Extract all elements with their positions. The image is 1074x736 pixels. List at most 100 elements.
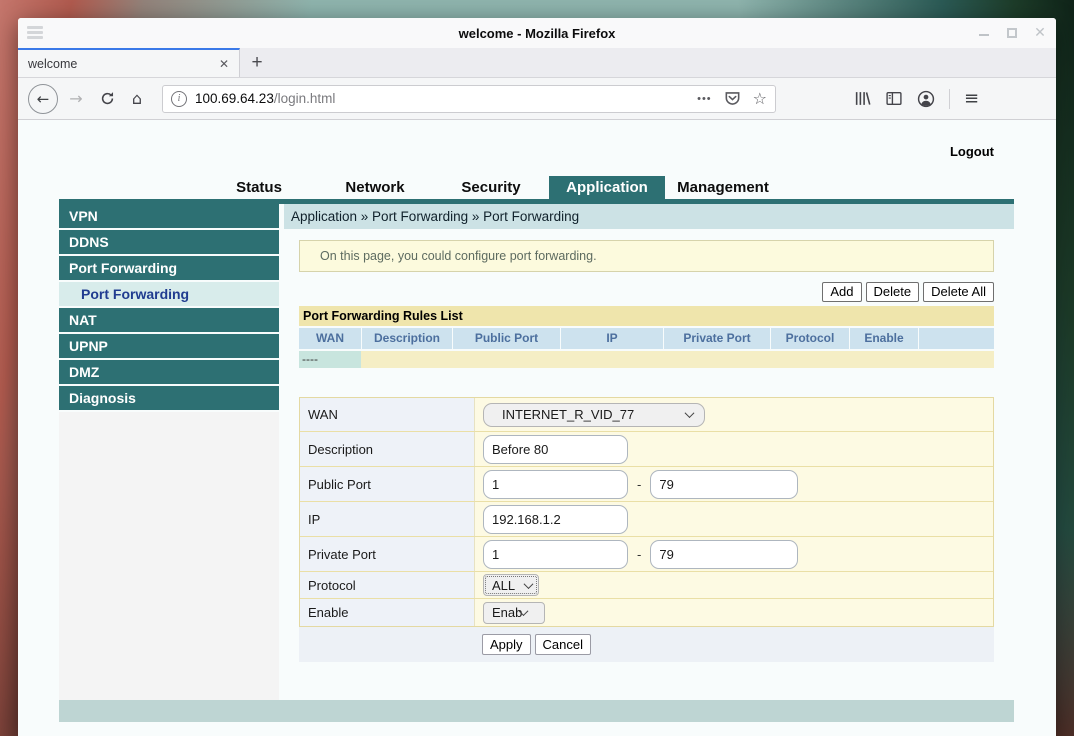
column-header-protocol: Protocol	[771, 328, 849, 349]
logout-link[interactable]: Logout	[950, 144, 994, 159]
tab-network[interactable]: Network	[317, 176, 433, 199]
account-icon[interactable]	[917, 90, 935, 108]
enable-select-value: Enable	[484, 605, 522, 620]
minimize-icon[interactable]	[978, 27, 990, 39]
page-actions-icon[interactable]: •••	[697, 93, 712, 105]
page-footer-bar	[59, 700, 1014, 722]
page-viewport: Logout Status Network Security Applicati…	[18, 120, 1056, 736]
port-range-separator: -	[637, 477, 641, 492]
column-header-enable: Enable	[850, 328, 918, 349]
maximize-icon[interactable]	[1006, 27, 1018, 39]
protocol-label: Protocol	[300, 572, 475, 598]
rule-row-empty-cells	[361, 351, 994, 368]
info-message-box: On this page, you could configure port f…	[299, 240, 994, 272]
chevron-down-icon	[685, 408, 695, 418]
wan-select-value: INTERNET_R_VID_77	[484, 407, 686, 422]
rules-table-header: WAN Description Public Port IP Private P…	[299, 328, 994, 349]
column-header-private-port: Private Port	[664, 328, 770, 349]
wan-label: WAN	[300, 398, 475, 431]
tab-security[interactable]: Security	[433, 176, 549, 199]
enable-label: Enable	[300, 599, 475, 626]
breadcrumb: Application » Port Forwarding » Port For…	[284, 204, 1014, 229]
library-icon[interactable]	[854, 90, 871, 107]
tab-bar: welcome ✕ +	[18, 48, 1056, 78]
delete-all-button[interactable]: Delete All	[923, 282, 994, 302]
window-title: welcome - Mozilla Firefox	[18, 18, 1056, 48]
rule-row-wan-cell: ----	[299, 351, 361, 368]
protocol-select[interactable]: ALL	[483, 574, 539, 596]
main-content: Application » Port Forwarding » Port For…	[284, 204, 1014, 700]
forward-button[interactable]: →	[64, 89, 88, 108]
desktop: welcome - Mozilla Firefox ✕ welcome ✕ + …	[0, 0, 1074, 736]
cancel-button[interactable]: Cancel	[535, 634, 591, 655]
apply-button[interactable]: Apply	[482, 634, 531, 655]
url-bar[interactable]: i 100.69.64.23/login.html ••• ☆	[162, 85, 776, 113]
sidebar-filler	[59, 412, 279, 700]
tab-management[interactable]: Management	[665, 176, 781, 199]
port-forwarding-form: WAN INTERNET_R_VID_77 Description	[299, 397, 994, 627]
column-header-description: Description	[362, 328, 452, 349]
sidebar-item-dmz[interactable]: DMZ	[59, 360, 279, 384]
new-tab-button[interactable]: +	[240, 48, 274, 77]
protocol-select-value: ALL	[484, 578, 525, 593]
tab-close-icon[interactable]: ✕	[219, 57, 229, 71]
column-header-ip: IP	[561, 328, 663, 349]
sidebar-menu: VPN DDNS Port Forwarding Port Forwarding…	[59, 204, 279, 700]
private-port-from-field[interactable]	[483, 540, 628, 569]
tab-title: welcome	[28, 57, 219, 71]
site-info-icon[interactable]: i	[171, 91, 187, 107]
close-icon[interactable]: ✕	[1034, 27, 1046, 39]
router-admin-page: Logout Status Network Security Applicati…	[59, 120, 1014, 722]
toolbar-separator	[949, 89, 950, 109]
public-port-label: Public Port	[300, 467, 475, 501]
wan-select[interactable]: INTERNET_R_VID_77	[483, 403, 705, 427]
window-titlebar[interactable]: welcome - Mozilla Firefox ✕	[18, 18, 1056, 48]
column-header-spacer	[919, 328, 994, 349]
column-header-wan: WAN	[299, 328, 361, 349]
description-label: Description	[300, 432, 475, 466]
url-path: /login.html	[274, 91, 336, 106]
column-header-public-port: Public Port	[453, 328, 560, 349]
tab-welcome[interactable]: welcome ✕	[18, 48, 240, 77]
public-port-to-field[interactable]	[650, 470, 798, 499]
rule-list-actions: Add Delete Delete All	[299, 282, 994, 302]
sidebar-item-ddns[interactable]: DDNS	[59, 230, 279, 254]
sidebar-item-vpn[interactable]: VPN	[59, 204, 279, 228]
app-menu-icon[interactable]: ≡	[964, 88, 979, 109]
top-nav-tabs: Status Network Security Application Mana…	[201, 176, 1014, 199]
sidebar-item-port-forwarding[interactable]: Port Forwarding	[59, 256, 279, 280]
sidebar-item-upnp[interactable]: UPNP	[59, 334, 279, 358]
url-domain: 100.69.64.23	[195, 91, 274, 106]
private-port-to-field[interactable]	[650, 540, 798, 569]
window-controls: ✕	[978, 18, 1046, 48]
private-port-label: Private Port	[300, 537, 475, 571]
sidebar-item-diagnosis[interactable]: Diagnosis	[59, 386, 279, 410]
sidebar-item-nat[interactable]: NAT	[59, 308, 279, 332]
browser-toolbar: ← → ⌂ i 100.69.64.23/login.html •••	[18, 78, 1056, 120]
enable-select[interactable]: Enable	[483, 602, 545, 624]
add-button[interactable]: Add	[822, 282, 861, 302]
back-button[interactable]: ←	[28, 84, 58, 114]
home-button[interactable]: ⌂	[124, 89, 150, 108]
rules-table-title: Port Forwarding Rules List	[299, 306, 994, 326]
table-row: ----	[299, 351, 994, 368]
tab-status[interactable]: Status	[201, 176, 317, 199]
info-message-text: On this page, you could configure port f…	[320, 249, 597, 263]
tab-application[interactable]: Application	[549, 176, 665, 199]
ip-field[interactable]	[483, 505, 628, 534]
reload-button[interactable]	[94, 91, 120, 106]
reload-icon	[100, 91, 115, 106]
chevron-down-icon	[524, 579, 534, 589]
port-range-separator: -	[637, 547, 641, 562]
public-port-from-field[interactable]	[483, 470, 628, 499]
delete-button[interactable]: Delete	[866, 282, 920, 302]
sidebar-subitem-port-forwarding[interactable]: Port Forwarding	[59, 282, 279, 306]
firefox-window: welcome - Mozilla Firefox ✕ welcome ✕ + …	[18, 18, 1056, 736]
port-forwarding-rules-table: Port Forwarding Rules List WAN Descripti…	[299, 306, 994, 368]
form-actions-row: Apply Cancel	[299, 627, 994, 662]
sidebar-toggle-icon[interactable]	[885, 90, 903, 107]
url-text[interactable]: 100.69.64.23/login.html	[195, 91, 689, 106]
pocket-icon[interactable]	[724, 90, 741, 107]
description-field[interactable]	[483, 435, 628, 464]
bookmark-star-icon[interactable]: ☆	[753, 89, 767, 109]
